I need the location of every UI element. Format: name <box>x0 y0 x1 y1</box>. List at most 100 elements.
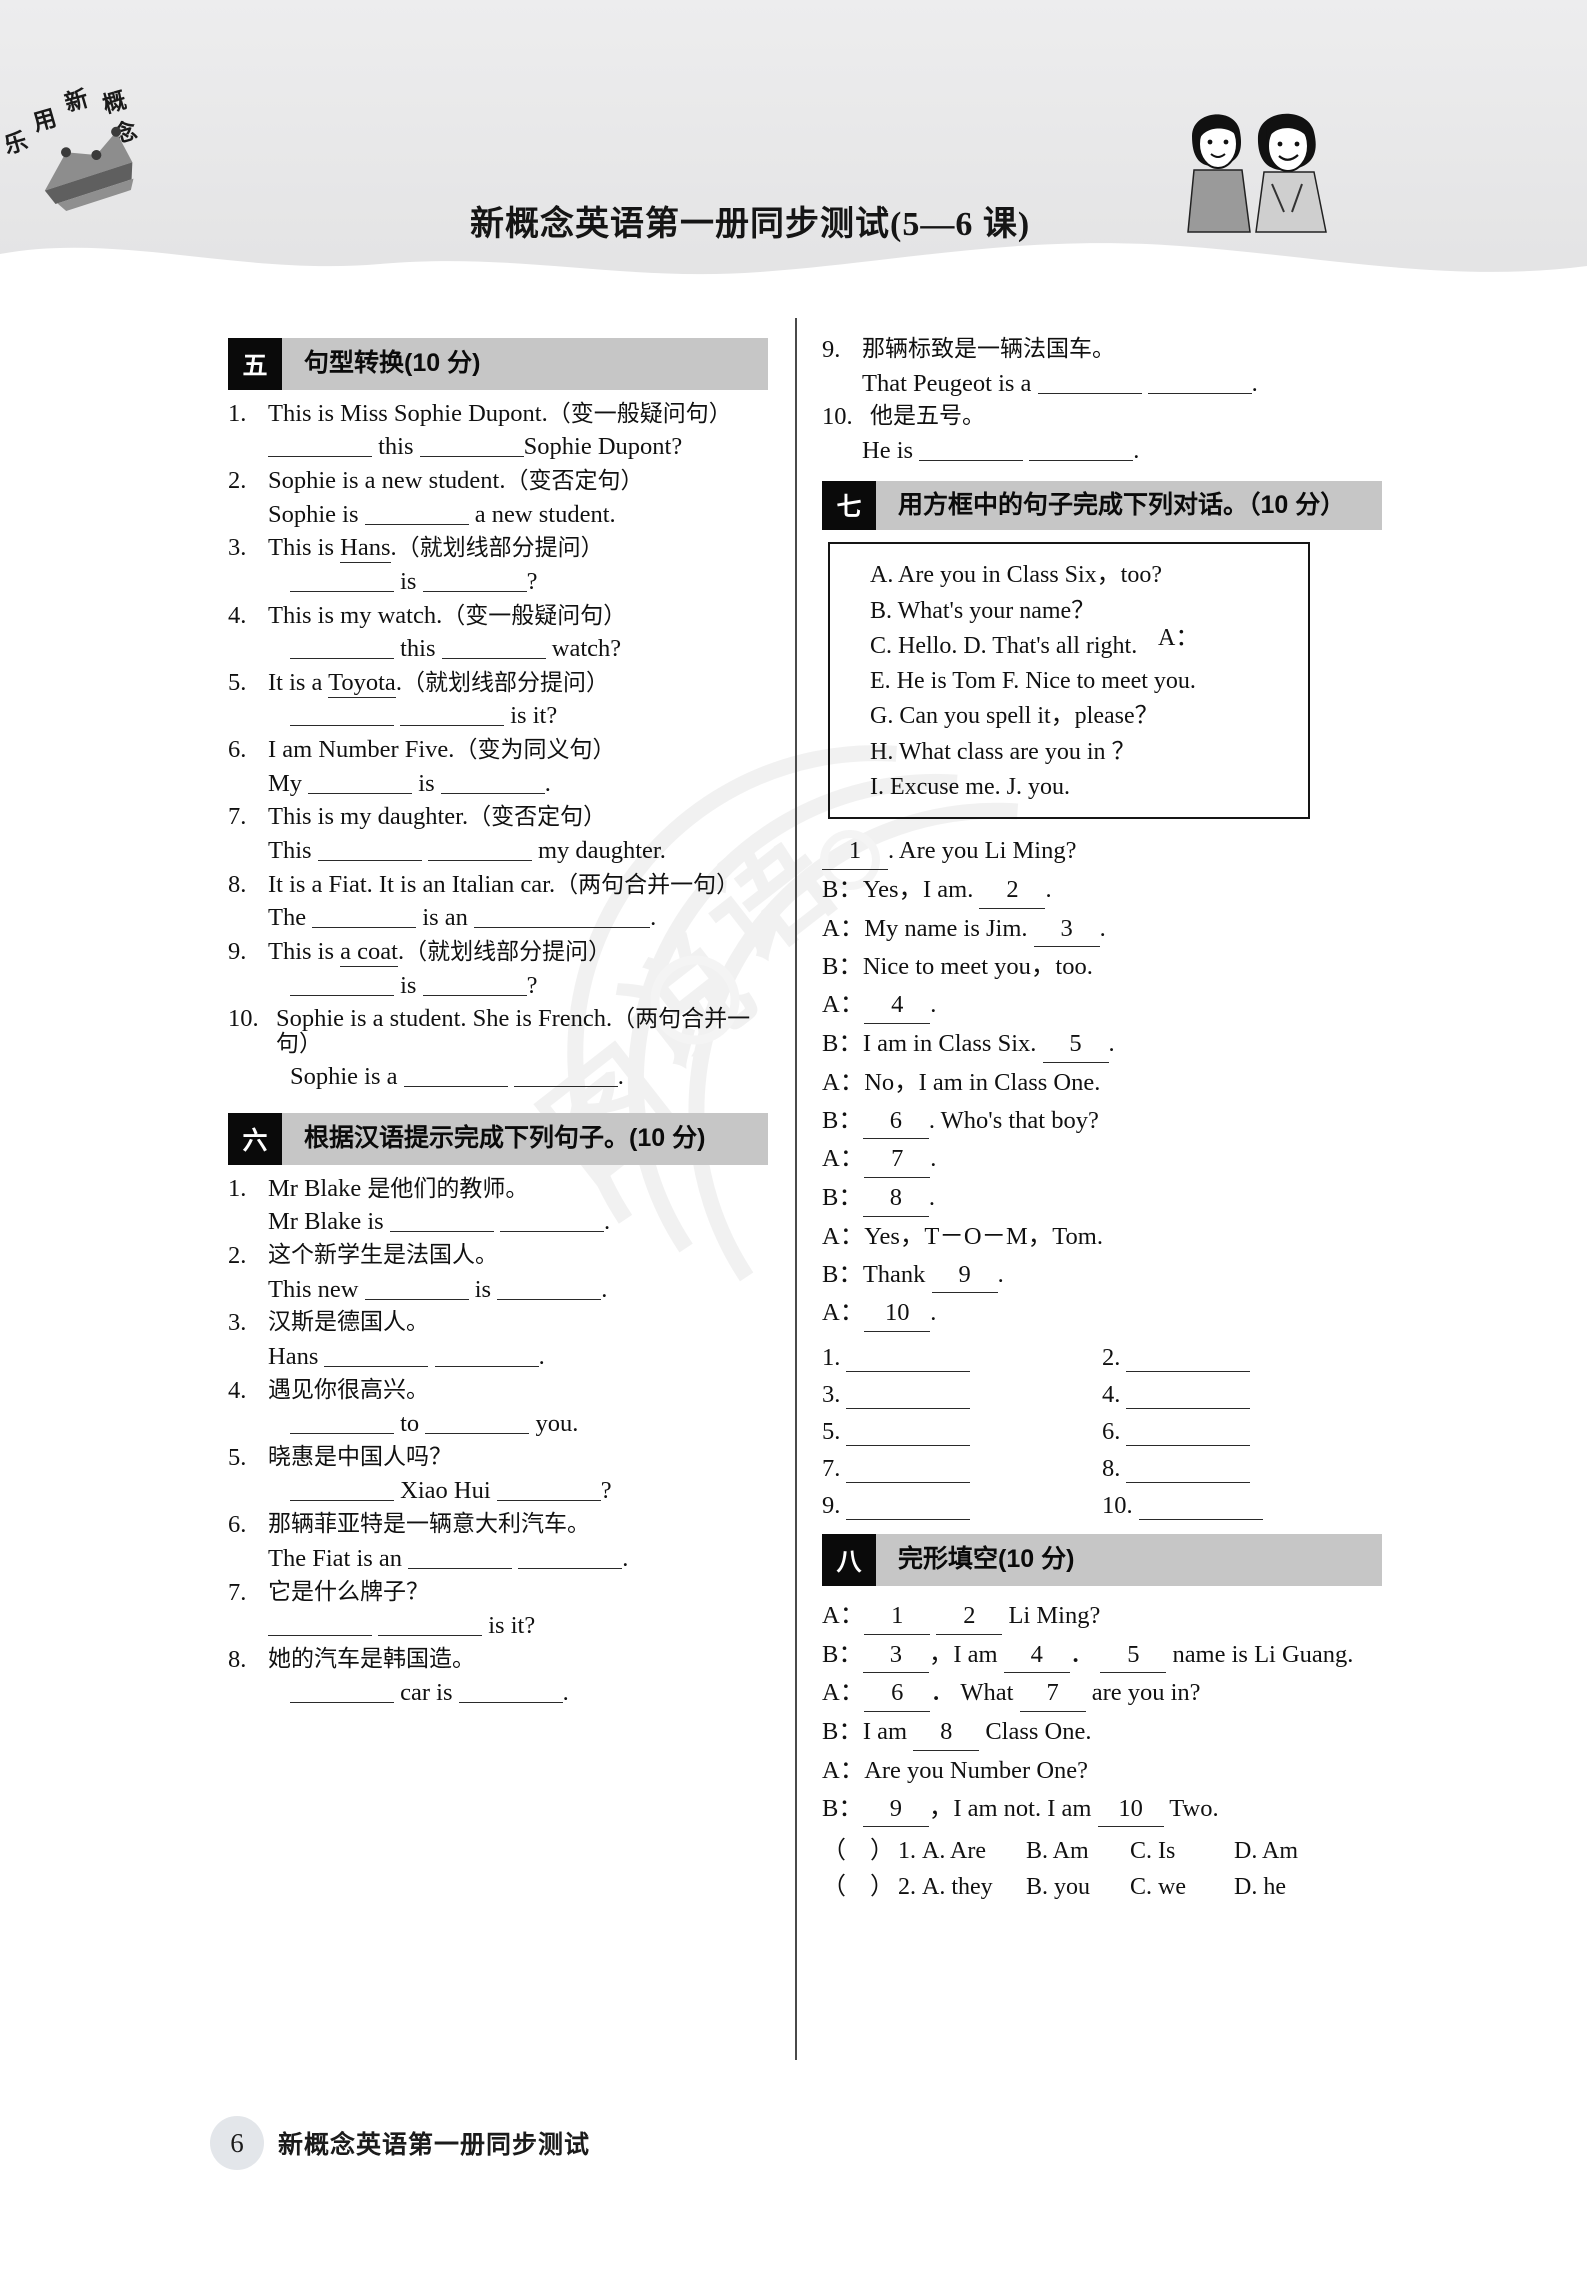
numbered-blank[interactable]: 8 <box>913 1714 980 1751</box>
answer-blank[interactable] <box>497 1273 602 1300</box>
numbered-blank[interactable]: 2 <box>979 872 1046 909</box>
answer-blank[interactable] <box>422 969 527 996</box>
answer-slot-label: 9. <box>822 1492 841 1520</box>
choice-option[interactable]: B. Am <box>1026 1833 1130 1869</box>
question-prompt: I am Number Five.（变为同义句） <box>268 736 616 764</box>
answer-blank[interactable] <box>1126 1382 1251 1410</box>
choice-option[interactable]: C. we <box>1130 1869 1234 1905</box>
question-number: 1. <box>228 399 247 427</box>
dialogue-line: B：Yes，I am. 2. <box>822 872 1382 909</box>
answer-slot: 10. <box>1102 1492 1382 1521</box>
answer-line: Hans . <box>228 1340 768 1375</box>
question-prompt: 他是五号。 <box>870 403 985 430</box>
answer-blank[interactable] <box>400 700 505 727</box>
answer-blank[interactable] <box>518 1542 623 1569</box>
answer-blank[interactable] <box>846 1382 971 1410</box>
question-item: 10. 他是五号。 <box>822 405 1382 430</box>
answer-blank[interactable] <box>499 1206 604 1233</box>
numbered-blank[interactable]: 5 <box>1100 1637 1167 1674</box>
numbered-blank[interactable]: 3 <box>862 1637 929 1674</box>
numbered-blank[interactable]: 6 <box>862 1103 929 1140</box>
numbered-blank[interactable]: 10 <box>1097 1791 1164 1828</box>
answer-blank[interactable] <box>427 834 532 861</box>
answer-blank[interactable] <box>846 1493 971 1521</box>
choice-option[interactable]: A. Are <box>922 1833 1026 1869</box>
option-box: A. Are you in Class Six，too? B. What's y… <box>828 542 1310 820</box>
answer-blank[interactable] <box>513 1061 618 1088</box>
numbered-blank[interactable]: 10 <box>864 1295 931 1333</box>
answer-blank[interactable] <box>846 1419 971 1447</box>
numbered-blank[interactable]: 7 <box>1019 1675 1086 1713</box>
answer-blank[interactable] <box>268 431 372 458</box>
question-number: 10. <box>228 1005 259 1033</box>
answer-blank[interactable] <box>364 1273 469 1300</box>
answer-row: 7. 8. <box>822 1455 1382 1484</box>
answer-blank[interactable] <box>1147 367 1252 394</box>
answer-blank[interactable] <box>440 767 545 794</box>
page-header: 乐 用 新 概 念 新概念英语第一册同步测试(5—6 课) <box>0 0 1587 290</box>
choice-option[interactable]: D. Am <box>1234 1838 1298 1864</box>
answer-blank[interactable] <box>312 902 417 929</box>
answer-blank[interactable] <box>1126 1419 1251 1447</box>
answer-blank[interactable] <box>364 498 469 525</box>
answer-blank[interactable] <box>458 1677 563 1704</box>
question-prompt: This is Hans.（就划线部分提问） <box>268 534 604 564</box>
answer-blank[interactable] <box>846 1456 971 1484</box>
answer-blank[interactable] <box>1037 367 1142 394</box>
speaker-label: B： <box>822 1718 863 1746</box>
answer-blank[interactable] <box>846 1345 971 1373</box>
answer-blank[interactable] <box>1029 434 1134 461</box>
book-crown-logo-icon: 乐 用 新 概 念 <box>1 85 140 212</box>
numbered-blank[interactable]: 6 <box>864 1675 931 1713</box>
numbered-blank[interactable]: 4 <box>1003 1637 1070 1674</box>
answer-blank[interactable] <box>408 1542 513 1569</box>
answer-blank[interactable] <box>268 1609 372 1636</box>
choice-option[interactable]: A. they <box>922 1869 1026 1905</box>
question-item: 8. 她的汽车是韩国造。 <box>228 1647 768 1673</box>
answer-blank[interactable] <box>403 1061 508 1088</box>
numbered-blank[interactable]: 1 <box>864 1598 931 1635</box>
numbered-blank[interactable]: 2 <box>936 1598 1003 1635</box>
dialogue-line: A： 6 ． What 7 are you in? <box>822 1675 1382 1713</box>
answer-blank[interactable] <box>290 700 394 727</box>
answer-blank[interactable] <box>919 434 1024 461</box>
choice-option[interactable]: D. he <box>1234 1874 1286 1900</box>
speaker-label: B： <box>822 1106 863 1134</box>
numbered-blank[interactable]: 9 <box>862 1791 929 1828</box>
answer-blank[interactable] <box>425 1407 530 1435</box>
answer-blank[interactable] <box>308 767 413 794</box>
answer-blank[interactable] <box>290 1677 394 1704</box>
answer-blank[interactable] <box>496 1475 601 1502</box>
answer-parenthesis[interactable]: （ ） <box>822 1833 898 1869</box>
numbered-blank[interactable]: 7 <box>864 1141 931 1179</box>
question-number: 3. <box>228 534 247 562</box>
answer-blank[interactable] <box>378 1609 483 1636</box>
answer-blank[interactable] <box>474 902 651 929</box>
answer-blank[interactable] <box>422 565 527 592</box>
answer-blank[interactable] <box>290 632 394 660</box>
answer-blank[interactable] <box>290 969 394 996</box>
choice-option[interactable]: B. you <box>1026 1869 1130 1905</box>
option-item: B. What's your name？ <box>870 597 1096 624</box>
numbered-blank[interactable]: 1 <box>822 833 888 870</box>
numbered-blank[interactable]: 3 <box>1033 911 1100 948</box>
answer-blank[interactable] <box>324 1340 429 1367</box>
numbered-blank[interactable]: 8 <box>862 1180 929 1217</box>
numbered-blank[interactable]: 9 <box>931 1257 998 1294</box>
answer-blank[interactable] <box>1126 1456 1251 1484</box>
answer-parenthesis[interactable]: （ ） <box>822 1869 898 1905</box>
answer-blank[interactable] <box>290 565 394 592</box>
question-item: 5. It is a Toyota.（就划线部分提问） <box>228 668 768 698</box>
answer-blank[interactable] <box>290 1407 394 1435</box>
answer-blank[interactable] <box>1138 1493 1263 1521</box>
answer-blank[interactable] <box>290 1475 394 1502</box>
answer-blank[interactable] <box>389 1206 494 1233</box>
answer-blank[interactable] <box>441 632 546 660</box>
numbered-blank[interactable]: 5 <box>1042 1026 1109 1063</box>
answer-blank[interactable] <box>419 431 524 458</box>
answer-blank[interactable] <box>317 834 422 861</box>
choice-option[interactable]: C. Is <box>1130 1833 1234 1869</box>
answer-blank[interactable] <box>434 1340 539 1367</box>
numbered-blank[interactable]: 4 <box>864 987 931 1024</box>
answer-blank[interactable] <box>1126 1345 1251 1373</box>
